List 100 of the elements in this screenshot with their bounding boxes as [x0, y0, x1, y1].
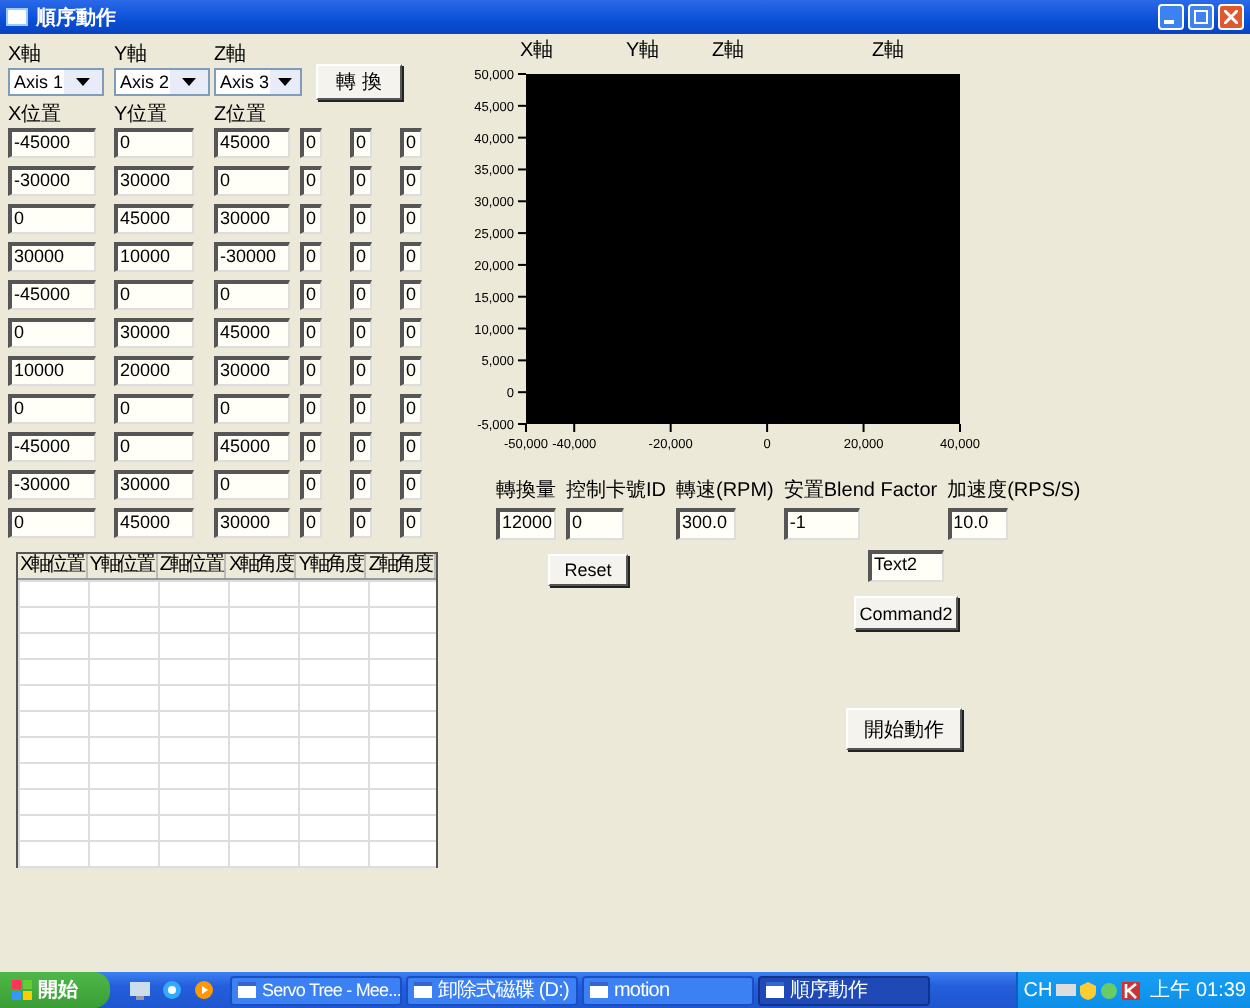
maximize-icon — [1194, 10, 1208, 24]
maximize-button[interactable] — [1188, 4, 1214, 30]
column-header[interactable]: Z軸角度 — [366, 554, 436, 578]
position-field[interactable]: 0 — [350, 280, 372, 310]
position-field[interactable]: 0 — [350, 204, 372, 234]
position-field[interactable]: 0 — [214, 470, 290, 500]
position-field[interactable]: 0 — [400, 204, 422, 234]
close-button[interactable] — [1218, 4, 1244, 30]
text-field[interactable]: Text2 — [868, 550, 944, 582]
axis-dropdown[interactable]: Axis 3 — [214, 68, 302, 96]
position-field[interactable]: 0 — [350, 318, 372, 348]
position-field[interactable]: 0 — [400, 242, 422, 272]
browser-icon[interactable] — [162, 980, 182, 1000]
position-field[interactable]: 0 — [350, 356, 372, 386]
position-field[interactable]: -45000 — [8, 280, 96, 310]
position-field[interactable]: 45000 — [214, 318, 290, 348]
position-field[interactable]: 0 — [114, 394, 194, 424]
position-field[interactable]: 0 — [114, 280, 194, 310]
position-field[interactable]: 45000 — [214, 432, 290, 462]
parameter-field[interactable]: 10.0 — [947, 508, 1008, 540]
position-field[interactable]: 45000 — [114, 204, 194, 234]
parameter-field[interactable]: -1 — [783, 508, 860, 540]
axis-dropdown[interactable]: Axis 2 — [114, 68, 210, 96]
axis-dropdown[interactable]: Axis 1 — [8, 68, 104, 96]
taskbar-button[interactable]: 卸除式磁碟 (D:) — [406, 975, 578, 1005]
parameter-field[interactable]: 0 — [566, 508, 624, 540]
position-field[interactable]: -30000 — [8, 166, 96, 196]
position-field[interactable]: 10000 — [114, 242, 194, 272]
position-field[interactable]: 0 — [8, 394, 96, 424]
taskbar-button[interactable]: 順序動作 — [758, 975, 930, 1005]
position-field[interactable]: 0 — [350, 470, 372, 500]
position-field[interactable]: 0 — [300, 166, 322, 196]
position-field[interactable]: 0 — [300, 204, 322, 234]
position-field[interactable]: 0 — [214, 394, 290, 424]
position-field[interactable]: 0 — [400, 356, 422, 386]
position-field[interactable]: 30000 — [214, 508, 290, 538]
position-field[interactable]: -30000 — [214, 242, 290, 272]
command-button[interactable]: Command2 — [854, 596, 958, 630]
position-field[interactable]: 0 — [350, 394, 372, 424]
position-field[interactable]: 0 — [350, 508, 372, 538]
position-field[interactable]: 45000 — [214, 128, 290, 158]
taskbar-button[interactable]: Servo Tree - Mee... — [230, 975, 402, 1005]
position-field[interactable]: 45000 — [114, 508, 194, 538]
position-field[interactable]: 0 — [400, 280, 422, 310]
position-field[interactable]: 0 — [300, 242, 322, 272]
position-field[interactable]: 0 — [400, 318, 422, 348]
desktop-icon[interactable] — [130, 981, 150, 999]
position-field[interactable]: 0 — [114, 432, 194, 462]
parameter-field[interactable]: 12000 — [496, 508, 556, 540]
position-field[interactable]: 0 — [8, 508, 96, 538]
position-field[interactable]: 30000 — [114, 166, 194, 196]
position-field[interactable]: 30000 — [8, 242, 96, 272]
start-logo-icon — [12, 980, 32, 1000]
position-field[interactable]: 0 — [350, 432, 372, 462]
antivirus-icon[interactable] — [1122, 981, 1141, 999]
position-field[interactable]: 0 — [400, 166, 422, 196]
position-field[interactable]: 0 — [214, 166, 290, 196]
position-field[interactable]: 0 — [214, 280, 290, 310]
position-field[interactable]: 0 — [350, 128, 372, 158]
position-field[interactable]: 0 — [400, 508, 422, 538]
column-header[interactable]: Y軸角度 — [296, 554, 367, 578]
position-field[interactable]: 0 — [400, 394, 422, 424]
keyboard-icon[interactable] — [1056, 984, 1077, 996]
column-header[interactable]: Y軸位置 — [87, 554, 158, 578]
minimize-button[interactable] — [1158, 4, 1184, 30]
convert-button[interactable]: 轉 換 — [316, 64, 402, 100]
position-field[interactable]: 30000 — [114, 318, 194, 348]
reset-button[interactable]: Reset — [548, 554, 628, 586]
position-field[interactable]: 0 — [400, 432, 422, 462]
media-player-icon[interactable] — [194, 980, 214, 1000]
position-field[interactable]: 20000 — [114, 356, 194, 386]
column-header[interactable]: X軸角度 — [226, 554, 297, 578]
position-field[interactable]: 0 — [8, 318, 96, 348]
position-field[interactable]: 30000 — [114, 470, 194, 500]
position-field[interactable]: 0 — [400, 470, 422, 500]
position-field[interactable]: 10000 — [8, 356, 96, 386]
column-header[interactable]: X軸位置 — [18, 554, 88, 578]
position-field[interactable]: 0 — [350, 166, 372, 196]
position-field[interactable]: 0 — [114, 128, 194, 158]
parameter-field[interactable]: 300.0 — [676, 508, 736, 540]
position-field[interactable]: 0 — [300, 356, 322, 386]
start-motion-button[interactable]: 開始動作 — [846, 708, 962, 750]
column-header[interactable]: Z軸位置 — [157, 554, 227, 578]
position-field[interactable]: 0 — [300, 280, 322, 310]
position-field[interactable]: 0 — [300, 508, 322, 538]
position-field[interactable]: 0 — [400, 128, 422, 158]
position-field[interactable]: -45000 — [8, 128, 96, 158]
shield-icon[interactable] — [1080, 981, 1097, 999]
position-field[interactable]: 0 — [300, 394, 322, 424]
position-field[interactable]: 0 — [300, 318, 322, 348]
position-field[interactable]: 0 — [300, 128, 322, 158]
position-field[interactable]: 0 — [300, 432, 322, 462]
position-field[interactable]: 0 — [8, 204, 96, 234]
position-field[interactable]: -45000 — [8, 432, 96, 462]
position-field[interactable]: 0 — [350, 242, 372, 272]
position-field[interactable]: -30000 — [8, 470, 96, 500]
position-field[interactable]: 0 — [300, 470, 322, 500]
taskbar-button[interactable]: motion — [582, 975, 754, 1005]
position-field[interactable]: 30000 — [214, 356, 290, 386]
position-field[interactable]: 30000 — [214, 204, 290, 234]
